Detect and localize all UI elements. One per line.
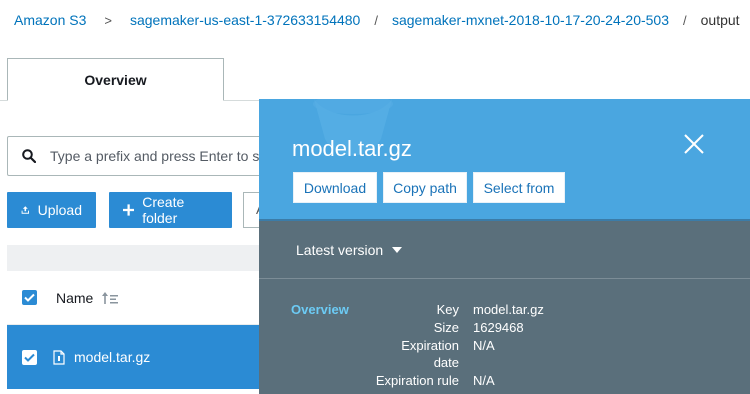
panel-header: model.tar.gz Download Copy path Select f… [259,99,750,219]
s3-console: Amazon S3 > sagemaker-us-east-1-37263315… [0,0,750,394]
breadcrumb-amazon-s3[interactable]: Amazon S3 [14,12,86,28]
breadcrumb-separator: / [374,12,378,28]
search-input[interactable] [50,148,270,164]
panel-body: Latest version Overview Key model.tar.gz… [259,221,750,394]
field-expiration-rule-label: Expiration rule [375,373,459,388]
field-expiration-label-2: date [433,355,459,370]
object-detail-panel: model.tar.gz Download Copy path Select f… [259,99,750,394]
breadcrumb-separator: / [683,12,687,28]
field-expiration-label: Expiration [401,338,459,353]
checkmark-icon [24,293,35,302]
overview-section-label: Overview [291,302,349,317]
sort-icon[interactable] [101,291,119,305]
version-divider [259,278,750,279]
close-icon[interactable] [683,133,705,155]
search-icon [22,149,36,163]
row-file-name[interactable]: model.tar.gz [74,349,150,365]
breadcrumb-bucket[interactable]: sagemaker-us-east-1-372633154480 [130,12,360,28]
table-toolbar [7,245,267,271]
file-icon [53,349,65,365]
breadcrumb-separator: > [104,12,112,28]
create-folder-button[interactable]: Create folder [109,192,232,228]
select-all-checkbox[interactable] [22,290,37,305]
field-key-value: model.tar.gz [473,302,544,317]
upload-button[interactable]: Upload [7,192,96,228]
breadcrumb: Amazon S3 > sagemaker-us-east-1-37263315… [14,12,740,28]
copy-path-button[interactable]: Copy path [383,172,467,203]
download-button[interactable]: Download [293,172,377,203]
select-from-button[interactable]: Select from [473,172,565,203]
upload-icon [21,206,30,214]
plus-icon [123,204,135,216]
version-label: Latest version [296,241,384,258]
field-expiration-value: N/A [473,338,495,353]
field-key-label: Key [436,302,459,317]
row-checkbox[interactable] [22,349,37,365]
field-size-label: Size [433,320,459,335]
column-header-name[interactable]: Name [56,290,93,306]
table-row[interactable]: model.tar.gz [7,325,267,389]
breadcrumb-current: output [700,12,740,28]
version-dropdown[interactable]: Latest version [259,221,750,278]
field-size-value: 1629468 [473,320,524,335]
panel-title: model.tar.gz [292,136,412,161]
caret-down-icon [392,246,403,253]
upload-label: Upload [37,202,82,218]
checkmark-icon [24,353,35,362]
table-header: Name [7,271,267,325]
field-expiration-rule-value: N/A [473,373,495,388]
tab-overview[interactable]: Overview [7,58,224,101]
search-box[interactable] [7,136,277,176]
breadcrumb-folder[interactable]: sagemaker-mxnet-2018-10-17-20-24-20-503 [392,12,669,28]
create-folder-label: Create folder [142,194,185,226]
